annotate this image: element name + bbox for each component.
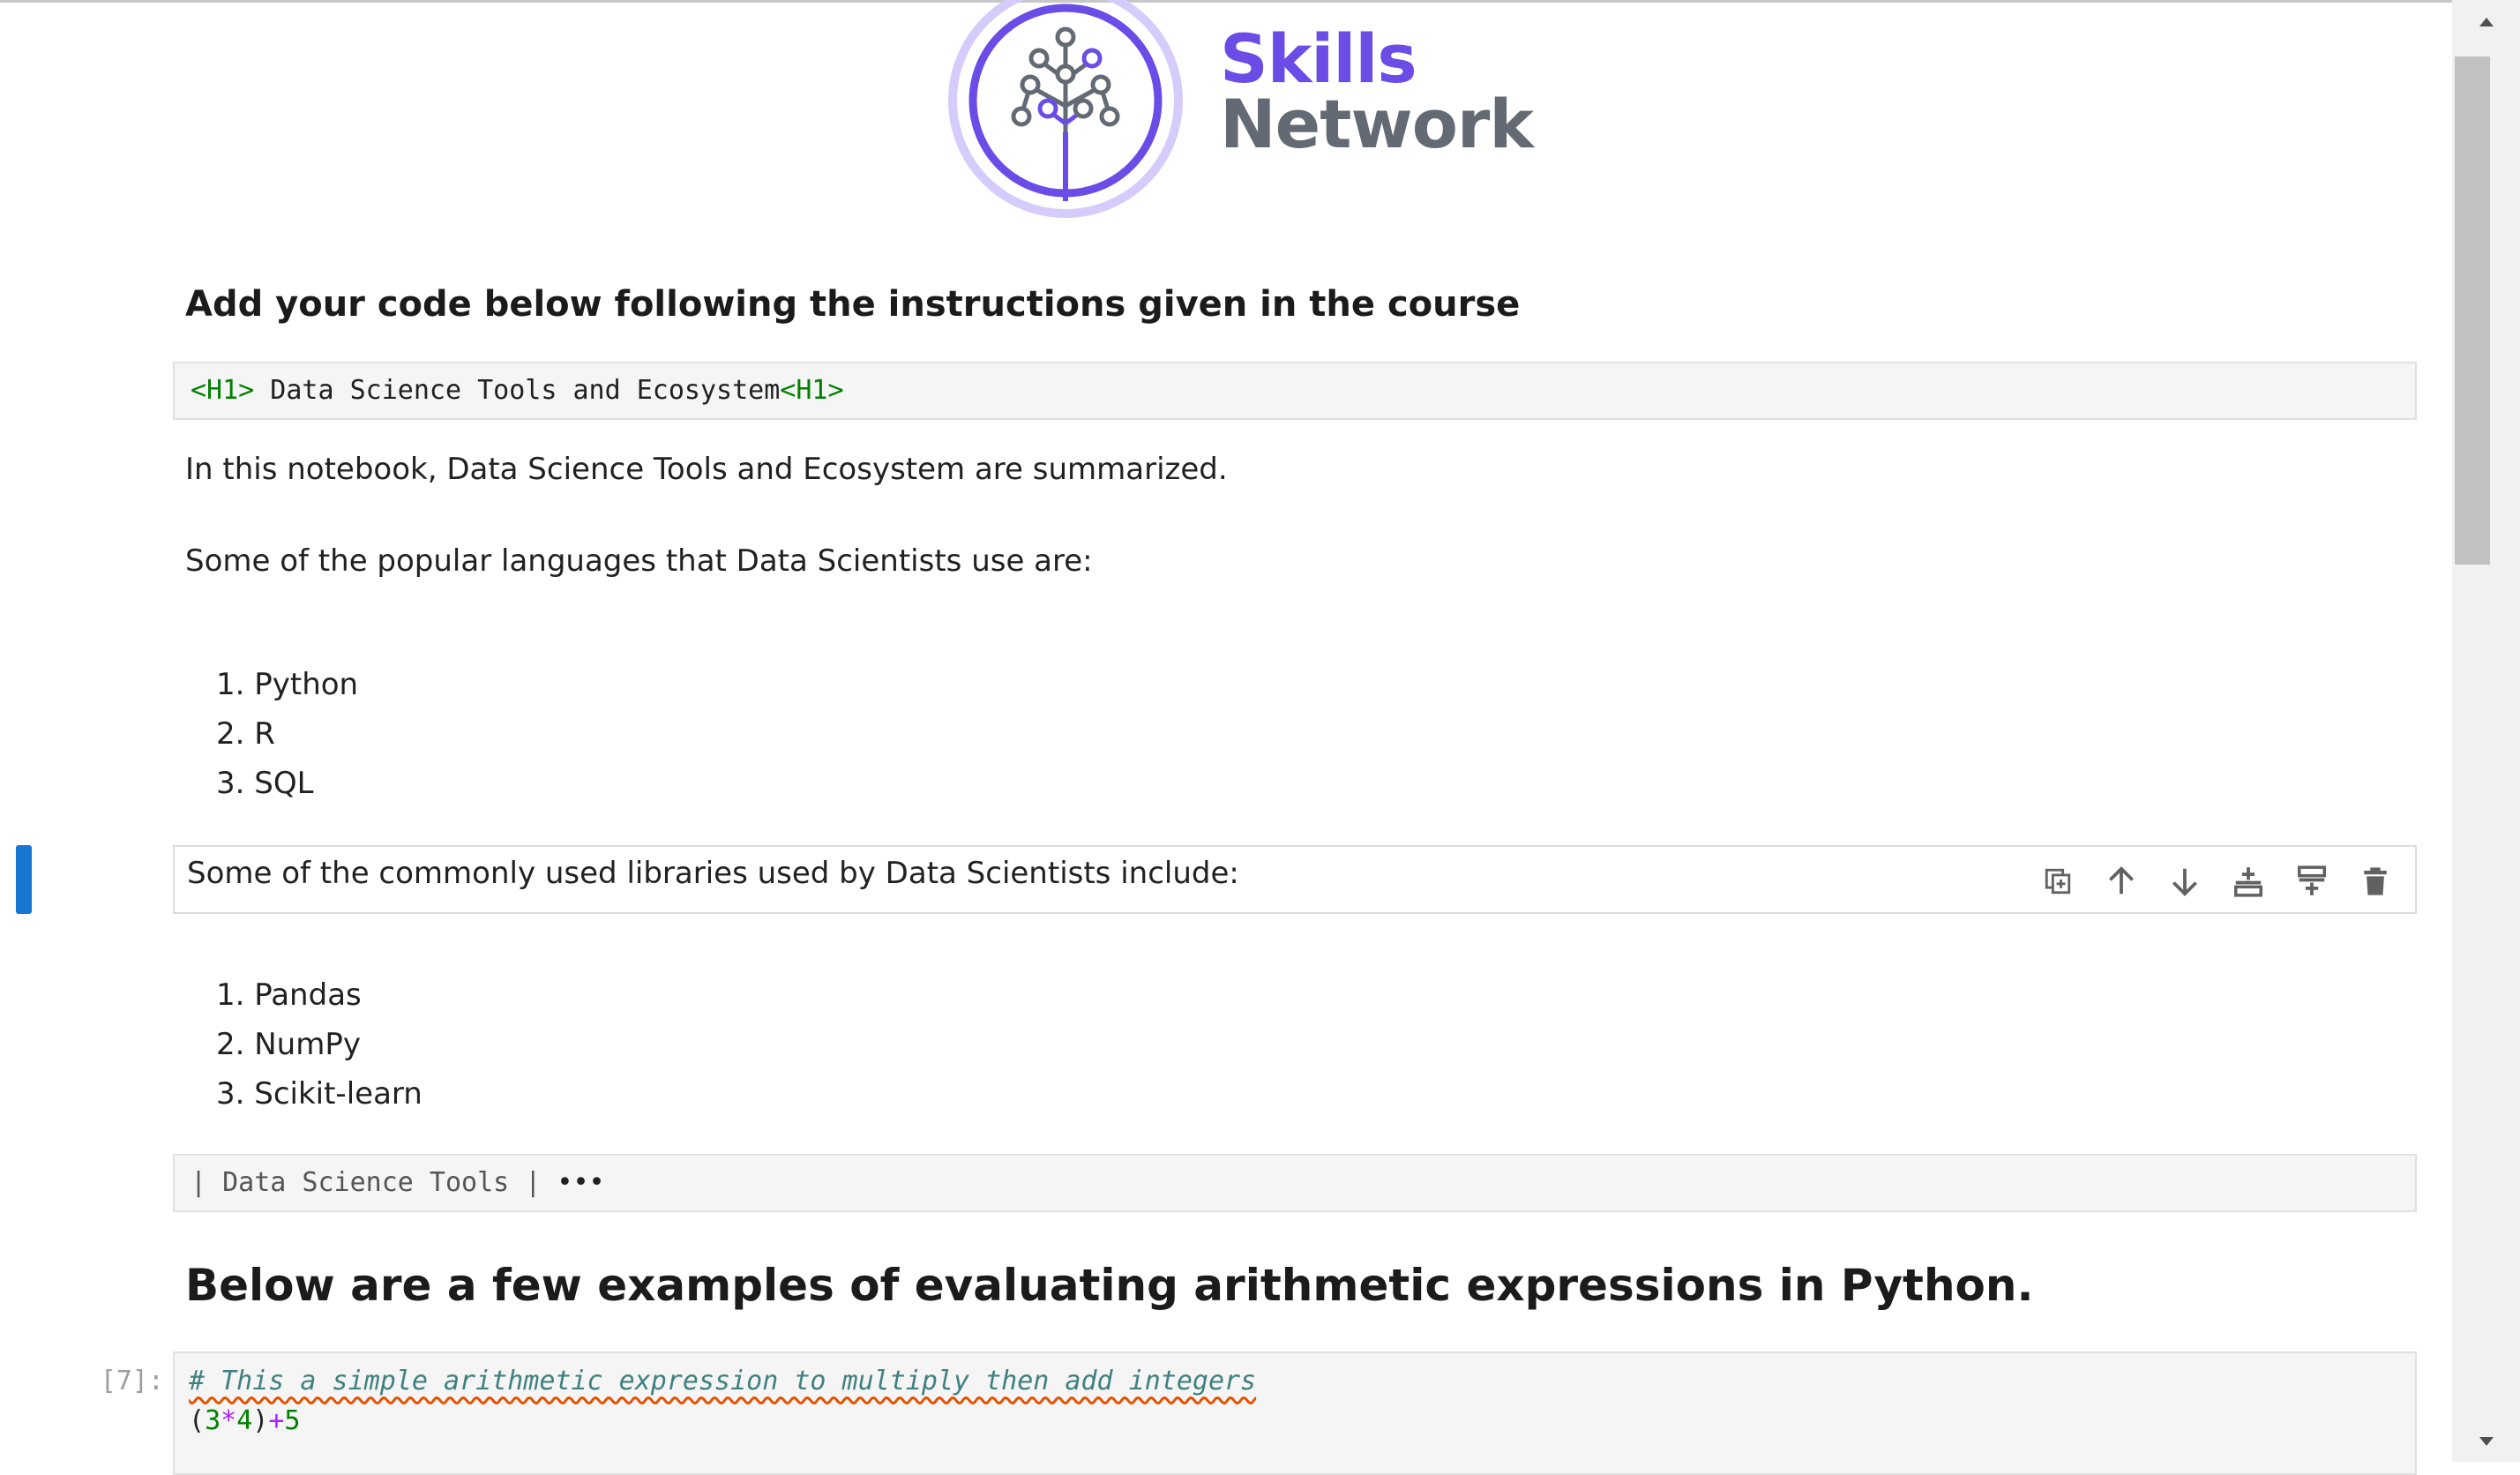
delete-icon <box>2364 867 2387 895</box>
collapsed-more-icon[interactable]: ••• <box>557 1167 604 1198</box>
insert-below-button[interactable] <box>2226 859 2270 903</box>
delete-cell-button[interactable] <box>2353 859 2397 903</box>
scroll-up-button[interactable] <box>2452 0 2520 44</box>
code-expression: (3*4)+5 <box>189 1405 301 1436</box>
arithmetic-heading: Below are a few examples of evaluating a… <box>185 1260 2034 1311</box>
intro-text: In this notebook, Data Science Tools and… <box>185 452 1228 487</box>
raw-title-text: Data Science Tools and Ecosystem <box>254 375 781 406</box>
list-item: 2. R <box>216 716 275 752</box>
list-item: 1. Python <box>216 667 359 702</box>
libraries-intro: Some of the commonly used libraries used… <box>187 856 1239 891</box>
code-comment: # This a simple arithmetic expression to… <box>189 1366 1257 1396</box>
duplicate-icon <box>2045 868 2071 895</box>
table-raw-cell[interactable]: | Data Science Tools | ••• <box>173 1154 2417 1212</box>
raw-title-cell[interactable]: <H1> Data Science Tools and Ecosystem<H1… <box>173 362 2417 420</box>
table-raw-text: | Data Science Tools | <box>191 1167 542 1198</box>
execution-count-prompt: [7]: <box>100 1366 164 1396</box>
move-up-button[interactable] <box>2099 859 2143 903</box>
code-cell[interactable]: # This a simple arithmetic expression to… <box>173 1351 2417 1475</box>
insert-above-icon <box>2298 865 2326 895</box>
list-item: 1. Pandas <box>216 977 362 1013</box>
move-down-button[interactable] <box>2163 859 2207 903</box>
move-up-icon <box>2108 866 2135 895</box>
scroll-up-arrow-icon <box>2479 18 2494 26</box>
logo-word-network: Network <box>1220 85 1534 163</box>
scroll-down-arrow-icon <box>2479 1436 2494 1446</box>
languages-intro: Some of the popular languages that Data … <box>185 543 1093 579</box>
list-item: 3. SQL <box>216 766 314 801</box>
skills-network-tree-icon <box>948 0 1183 218</box>
insert-below-icon <box>2234 867 2262 897</box>
close-tag: <H1> <box>780 375 844 406</box>
instructions-heading: Add your code below following the instru… <box>185 284 1521 325</box>
move-down-icon <box>2172 868 2198 896</box>
notebook-panel: Skills Network Add your code below follo… <box>0 0 2452 1475</box>
open-tag: <H1> <box>191 375 255 406</box>
libraries-intro-cell[interactable]: Some of the commonly used libraries used… <box>173 845 2417 914</box>
libraries-list: 1. Pandas 2. NumPy 3. Scikit-learn <box>216 970 422 1119</box>
cell-selection-marker[interactable] <box>16 845 32 914</box>
insert-above-button[interactable] <box>2290 859 2334 903</box>
skills-network-logo: Skills Network <box>948 0 1534 218</box>
scrollbar-thumb[interactable] <box>2455 56 2490 565</box>
duplicate-cell-button[interactable] <box>2036 859 2080 903</box>
scroll-down-button[interactable] <box>2452 1420 2520 1462</box>
list-item: 2. NumPy <box>216 1027 361 1062</box>
languages-list: 1. Python 2. R 3. SQL <box>216 660 358 808</box>
list-item: 3. Scikit-learn <box>216 1076 422 1112</box>
cell-toolbar <box>2036 859 2397 903</box>
